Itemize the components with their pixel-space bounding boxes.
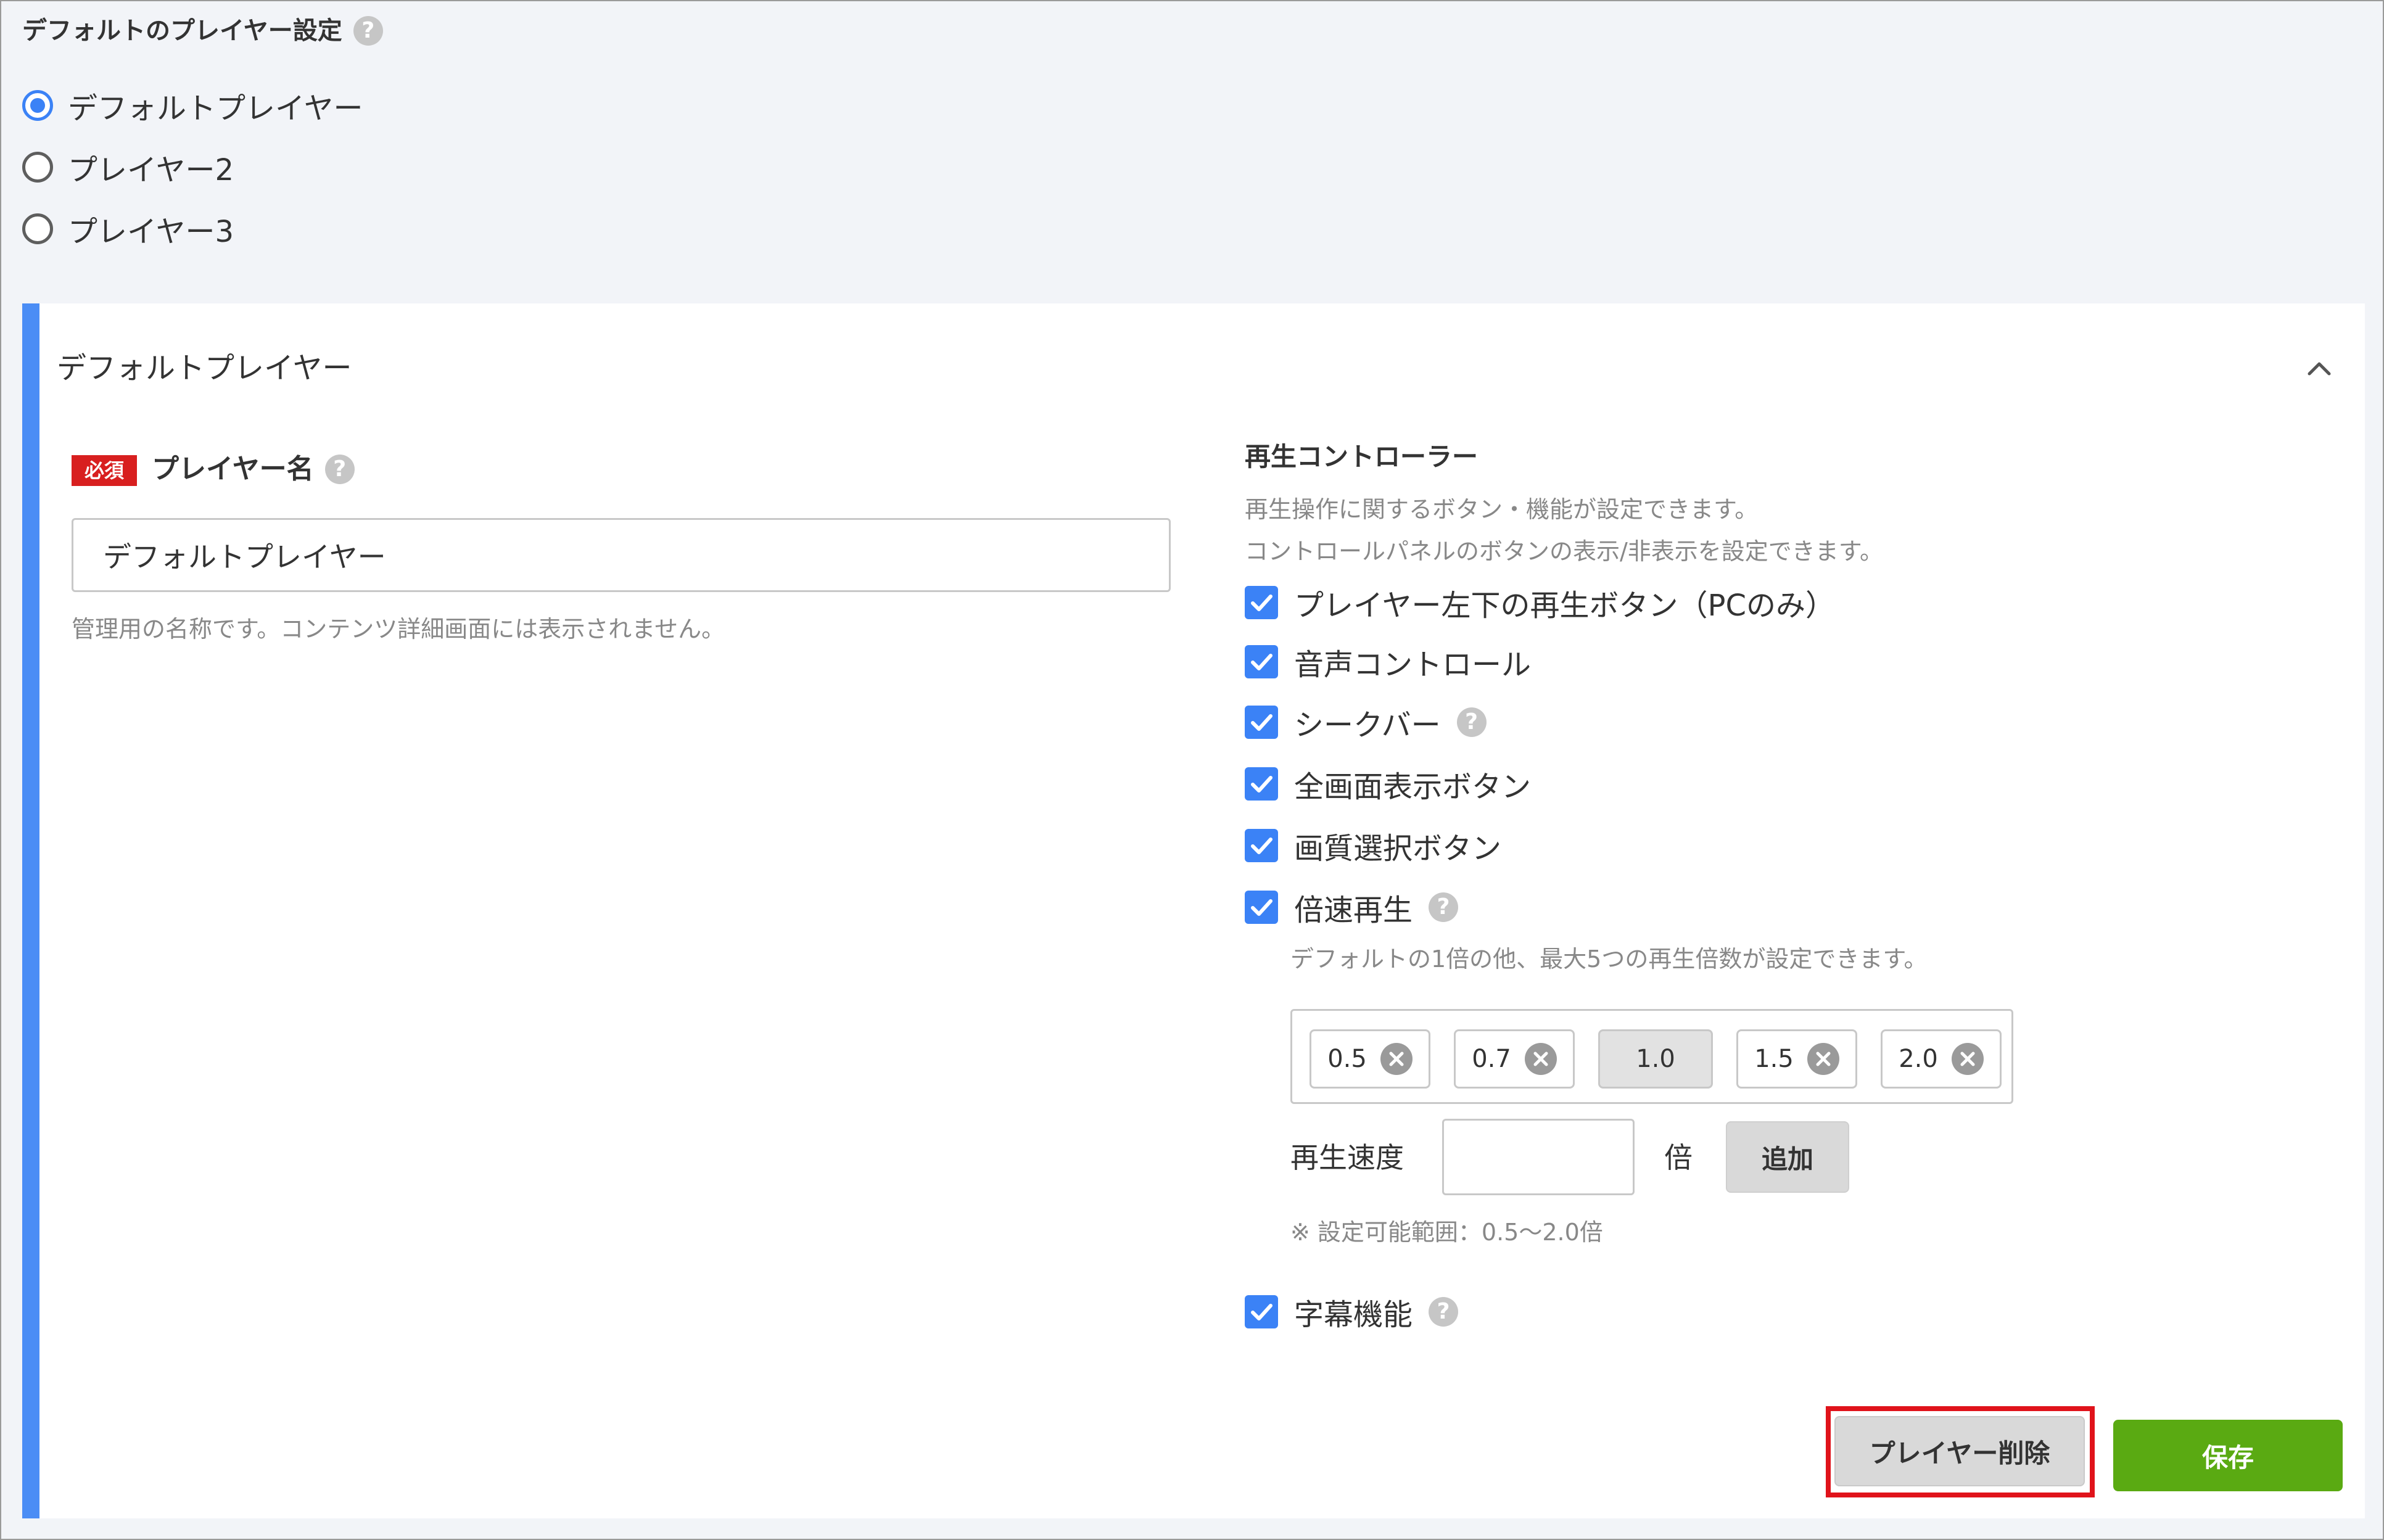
player-name-help-text: 管理用の名称です。コンテンツ詳細画面には表示されません。 xyxy=(72,616,725,643)
checkbox-checked[interactable] xyxy=(1245,829,1278,862)
check-icon xyxy=(1251,838,1272,854)
radio-button[interactable] xyxy=(22,152,53,183)
player-name-label-group: プレイヤー名 ? xyxy=(152,449,355,490)
check-icon xyxy=(1251,714,1272,731)
checkbox-label: 倍速再生 xyxy=(1294,893,1413,928)
checkbox-label: 音声コントロール xyxy=(1294,648,1532,682)
check-icon xyxy=(1251,899,1272,916)
radio-label: デフォルトプレイヤー xyxy=(68,91,363,126)
remove-chip-icon[interactable] xyxy=(1951,1043,1984,1075)
radio-option-player-2[interactable]: プレイヤー2 xyxy=(22,146,234,189)
checkbox-seek-bar[interactable]: シークバー ? xyxy=(1245,701,1487,744)
required-badge: 必須 xyxy=(72,455,137,486)
check-icon xyxy=(1251,654,1272,670)
help-icon[interactable]: ? xyxy=(324,455,355,484)
remove-chip-icon[interactable] xyxy=(1807,1043,1839,1075)
check-icon xyxy=(1251,776,1272,793)
checkbox-label: 画質選択ボタン xyxy=(1294,831,1502,866)
radio-label: プレイヤー3 xyxy=(68,215,234,249)
speed-chip-value: 2.0 xyxy=(1899,1045,1938,1073)
checkbox-checked[interactable] xyxy=(1245,586,1278,619)
radio-option-default-player[interactable]: デフォルトプレイヤー xyxy=(22,84,363,127)
checkbox-checked[interactable] xyxy=(1245,706,1278,739)
speed-chip-value: 1.0 xyxy=(1636,1045,1675,1073)
help-icon[interactable]: ? xyxy=(1456,707,1487,737)
speed-chip: 2.0 xyxy=(1881,1029,2002,1089)
checkbox-fullscreen-button[interactable]: 全画面表示ボタン xyxy=(1245,762,1531,805)
playback-controller-title: 再生コントローラー xyxy=(1245,442,1479,472)
help-icon[interactable]: ? xyxy=(1429,1297,1459,1327)
checkbox-label: 字幕機能 xyxy=(1294,1298,1413,1332)
checkbox-checked[interactable] xyxy=(1245,1295,1278,1328)
playback-speed-label: 再生速度 xyxy=(1290,1141,1404,1174)
radio-label: プレイヤー2 xyxy=(68,153,234,187)
speed-chip-value: 0.5 xyxy=(1327,1045,1367,1073)
radio-button-checked[interactable] xyxy=(22,90,53,121)
speed-chip-value: 0.7 xyxy=(1472,1045,1511,1073)
controller-description-1: 再生操作に関するボタン・機能が設定できます。 xyxy=(1245,496,1759,523)
playback-speed-input[interactable] xyxy=(1442,1119,1635,1195)
checkbox-checked[interactable] xyxy=(1245,767,1278,801)
radio-button[interactable] xyxy=(22,213,53,244)
checkbox-speed-playback[interactable]: 倍速再生 ? xyxy=(1245,886,1459,929)
speed-range-note: ※ 設定可能範囲：0.5〜2.0倍 xyxy=(1290,1219,1603,1246)
checkbox-checked[interactable] xyxy=(1245,891,1278,924)
add-speed-button[interactable]: 追加 xyxy=(1726,1121,1849,1193)
check-icon xyxy=(1251,595,1272,611)
speed-chip-list: 0.5 0.7 1.0 1.5 2.0 xyxy=(1290,1009,2013,1104)
speed-chip: 0.7 xyxy=(1454,1029,1575,1089)
checkbox-quality-button[interactable]: 画質選択ボタン xyxy=(1245,824,1501,867)
check-icon xyxy=(1251,1304,1272,1320)
speed-unit-label: 倍 xyxy=(1664,1141,1693,1174)
player-name-label: プレイヤー名 xyxy=(152,453,314,485)
help-icon[interactable]: ? xyxy=(1429,892,1459,922)
default-player-setting-heading: デフォルトのプレイヤー設定 ? xyxy=(22,12,383,49)
checkbox-subtitles[interactable]: 字幕機能 ? xyxy=(1245,1290,1459,1333)
speed-chip: 0.5 xyxy=(1310,1029,1430,1089)
speed-help-text: デフォルトの1倍の他、最大5つの再生倍数が設定できます。 xyxy=(1290,945,1928,973)
player-name-input[interactable] xyxy=(72,518,1171,592)
checkbox-audio-control[interactable]: 音声コントロール xyxy=(1245,640,1531,683)
panel-title: デフォルトプレイヤー xyxy=(57,351,352,385)
radio-option-player-3[interactable]: プレイヤー3 xyxy=(22,207,234,250)
checkbox-label: プレイヤー左下の再生ボタン（PCのみ） xyxy=(1294,588,1836,623)
delete-player-button[interactable]: プレイヤー削除 xyxy=(1834,1416,2085,1486)
checkbox-play-button[interactable]: プレイヤー左下の再生ボタン（PCのみ） xyxy=(1245,581,1835,624)
save-button[interactable]: 保存 xyxy=(2113,1420,2343,1491)
remove-chip-icon[interactable] xyxy=(1380,1043,1413,1075)
player-settings-panel xyxy=(22,303,2365,1518)
default-player-setting-title: デフォルトのプレイヤー設定 xyxy=(22,17,342,45)
settings-window: デフォルトのプレイヤー設定 ? デフォルトプレイヤー プレイヤー2 プレイヤー3… xyxy=(0,0,2384,1540)
checkbox-checked[interactable] xyxy=(1245,645,1278,678)
chevron-up-icon[interactable] xyxy=(2302,352,2337,386)
remove-chip-icon[interactable] xyxy=(1524,1043,1557,1075)
checkbox-label: 全画面表示ボタン xyxy=(1294,770,1532,804)
speed-chip-value: 1.5 xyxy=(1754,1045,1794,1073)
help-icon[interactable]: ? xyxy=(353,16,383,46)
speed-chip: 1.5 xyxy=(1736,1029,1857,1089)
checkbox-label: シークバー xyxy=(1294,708,1441,743)
controller-description-2: コントロールパネルのボタンの表示/非表示を設定できます。 xyxy=(1245,538,1884,565)
speed-chip-default: 1.0 xyxy=(1598,1029,1713,1089)
